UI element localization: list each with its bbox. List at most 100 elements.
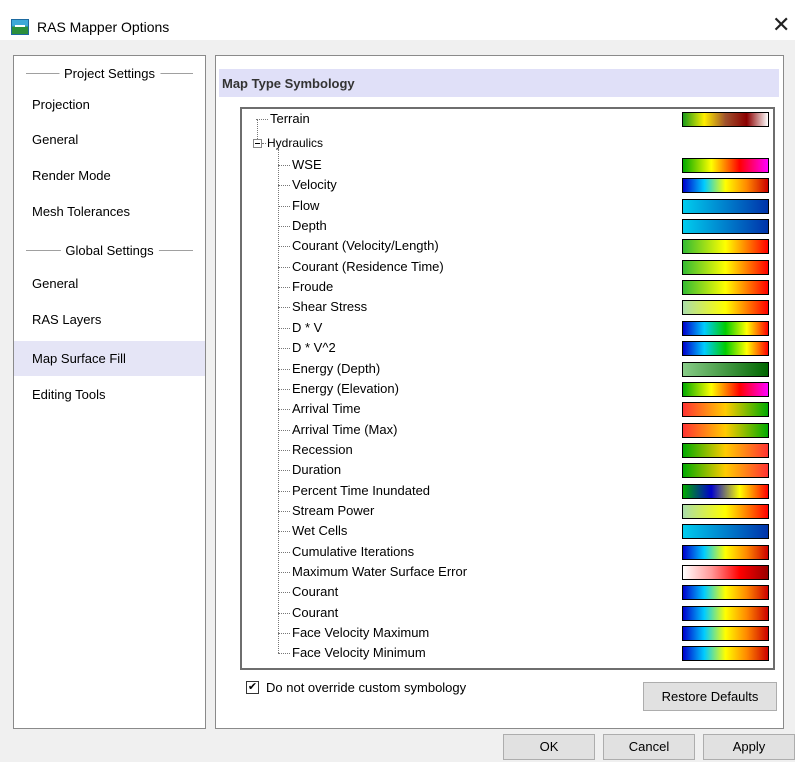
color-ramp[interactable] <box>682 239 769 255</box>
tree-node-symbology-item[interactable]: Arrival Time (Max) <box>292 422 397 438</box>
tree-connector <box>278 327 290 329</box>
tree-node-symbology-item[interactable]: D * V <box>292 320 322 336</box>
tree-node-symbology-item[interactable]: Shear Stress <box>292 299 367 315</box>
nav-item-render-mode[interactable]: Render Mode <box>14 158 205 193</box>
override-symbology-label: Do not override custom symbology <box>266 680 467 695</box>
color-ramp[interactable] <box>682 626 769 642</box>
map-surface-fill-panel: Map Type Symbology Terrain Hydraulics WS… <box>215 55 784 729</box>
restore-defaults-button[interactable]: Restore Defaults <box>643 682 777 711</box>
section-title: Map Type Symbology <box>222 76 355 91</box>
nav-item-mesh-tolerances[interactable]: Mesh Tolerances <box>14 194 205 229</box>
color-ramp[interactable] <box>682 524 769 540</box>
tree-connector <box>278 409 290 411</box>
color-ramp[interactable] <box>682 259 769 275</box>
tree-connector <box>278 185 290 187</box>
tree-node-symbology-item[interactable]: Stream Power <box>292 503 374 519</box>
color-ramp[interactable] <box>682 605 769 621</box>
tree-node-symbology-item[interactable]: Arrival Time <box>292 401 361 417</box>
color-ramp[interactable] <box>682 219 769 235</box>
dialog-body: Project Settings Projection General Rend… <box>0 40 795 762</box>
color-ramp[interactable] <box>682 198 769 214</box>
color-ramp[interactable] <box>682 341 769 357</box>
tree-connector <box>278 226 290 228</box>
tree-node-symbology-item[interactable]: D * V^2 <box>292 340 336 356</box>
group-header-project-settings: Project Settings <box>14 65 205 83</box>
tree-node-symbology-item[interactable]: Depth <box>292 218 327 234</box>
tree-node-symbology-item[interactable]: Recession <box>292 442 353 458</box>
tree-node-symbology-item[interactable]: Flow <box>292 198 319 214</box>
tree-connector <box>278 653 290 655</box>
color-ramp[interactable] <box>682 565 769 580</box>
tree-node-symbology-item[interactable]: Percent Time Inundated <box>292 483 430 499</box>
terrain-color-ramp[interactable] <box>682 112 769 127</box>
color-ramp[interactable] <box>682 585 769 601</box>
tree-node-hydraulics[interactable]: Hydraulics <box>267 135 323 151</box>
tree-node-terrain[interactable]: Terrain <box>270 111 310 127</box>
apply-button[interactable]: Apply <box>703 734 795 760</box>
section-header: Map Type Symbology <box>219 69 779 97</box>
nav-item-ras-layers[interactable]: RAS Layers <box>14 302 205 337</box>
nav-item-project-general[interactable]: General <box>14 122 205 157</box>
tree-connector <box>278 551 290 553</box>
color-ramp[interactable] <box>682 422 769 438</box>
tree-node-symbology-item[interactable]: Face Velocity Minimum <box>292 645 426 661</box>
color-ramp[interactable] <box>682 320 769 336</box>
tree-node-symbology-item[interactable]: Courant <box>292 605 338 621</box>
tree-connector <box>278 348 290 350</box>
tree-node-symbology-item[interactable]: Courant <box>292 584 338 600</box>
tree-connector <box>278 266 290 268</box>
color-ramp[interactable] <box>682 280 769 296</box>
tree-node-symbology-item[interactable]: Courant (Residence Time) <box>292 259 444 275</box>
override-symbology-checkbox[interactable]: ✔ <box>246 681 259 694</box>
collapse-icon[interactable] <box>253 139 262 148</box>
color-ramp[interactable] <box>682 442 769 458</box>
cancel-button[interactable]: Cancel <box>603 734 695 760</box>
tree-node-symbology-item[interactable]: Duration <box>292 462 341 478</box>
tree-node-symbology-item[interactable]: Courant (Velocity/Length) <box>292 238 439 254</box>
tree-node-symbology-item[interactable]: WSE <box>292 157 322 173</box>
tree-node-symbology-item[interactable]: Velocity <box>292 177 337 193</box>
tree-node-symbology-item[interactable]: Energy (Depth) <box>292 361 380 377</box>
tree-node-symbology-item[interactable]: Face Velocity Maximum <box>292 625 429 641</box>
title-bar: RAS Mapper Options ✕ <box>0 0 795 40</box>
color-ramp[interactable] <box>682 381 769 397</box>
nav-item-editing-tools[interactable]: Editing Tools <box>14 377 205 412</box>
color-ramp[interactable] <box>682 178 769 194</box>
tree-connector <box>278 205 290 207</box>
tree-connector <box>278 368 290 370</box>
tree-connector <box>278 510 290 512</box>
tree-connector <box>278 287 290 289</box>
color-ramp[interactable] <box>682 646 769 662</box>
tree-node-symbology-item[interactable]: Cumulative Iterations <box>292 544 414 560</box>
nav-item-projection[interactable]: Projection <box>14 87 205 122</box>
group-title: Project Settings <box>58 66 161 81</box>
tree-node-symbology-item[interactable]: Energy (Elevation) <box>292 381 399 397</box>
color-ramp[interactable] <box>682 483 769 499</box>
color-ramp[interactable] <box>682 463 769 479</box>
tree-connector <box>278 165 290 166</box>
ok-button[interactable]: OK <box>503 734 595 760</box>
color-ramp[interactable] <box>682 402 769 418</box>
group-header-global-settings: Global Settings <box>14 242 205 260</box>
close-icon[interactable]: ✕ <box>772 14 790 36</box>
color-ramp[interactable] <box>682 544 769 560</box>
tree-connector <box>278 149 279 654</box>
tree-connector <box>278 388 290 390</box>
nav-item-map-surface-fill[interactable]: Map Surface Fill <box>14 341 205 376</box>
tree-connector <box>278 449 290 451</box>
window-title: RAS Mapper Options <box>37 19 170 35</box>
color-ramp[interactable] <box>682 300 769 316</box>
tree-connector <box>278 470 290 472</box>
symbology-tree[interactable]: Terrain Hydraulics WSE Velocity Flow Depth C… <box>240 107 775 670</box>
tree-node-symbology-item[interactable]: Wet Cells <box>292 523 347 539</box>
color-ramp[interactable] <box>682 158 769 173</box>
tree-connector <box>278 429 290 431</box>
tree-node-symbology-item[interactable]: Maximum Water Surface Error <box>292 564 467 580</box>
tree-connector <box>278 572 290 573</box>
tree-connector <box>278 307 290 309</box>
nav-item-global-general[interactable]: General <box>14 266 205 301</box>
color-ramp[interactable] <box>682 361 769 377</box>
tree-node-symbology-item[interactable]: Froude <box>292 279 333 295</box>
color-ramp[interactable] <box>682 503 769 519</box>
tree-connector <box>262 143 266 144</box>
